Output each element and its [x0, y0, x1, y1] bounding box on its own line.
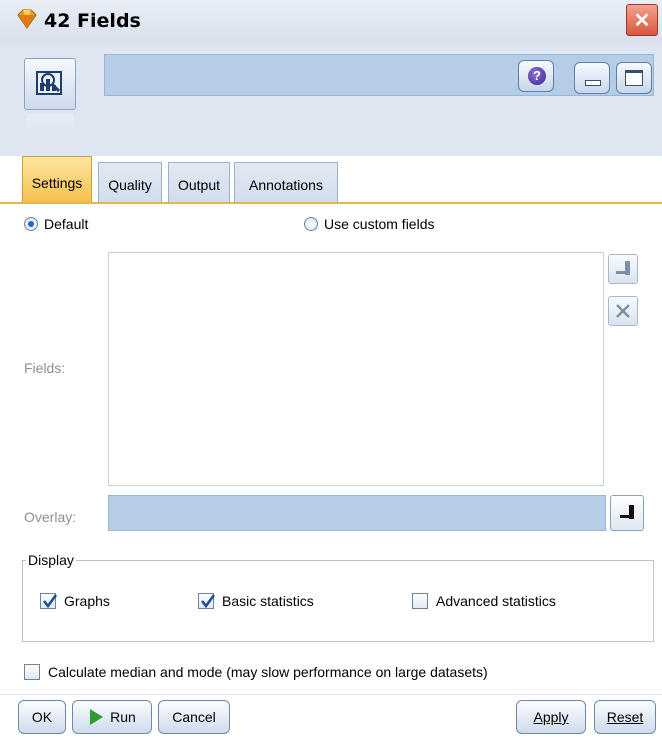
node-icon-reflection: [26, 114, 74, 132]
title-bar: 42 Fields ✕: [0, 0, 662, 45]
minimize-icon: [585, 80, 601, 86]
checkbox-advanced-statistics-box[interactable]: [412, 593, 428, 609]
tab-output[interactable]: Output: [168, 162, 230, 202]
radio-use-custom-fields[interactable]: Use custom fields: [304, 216, 434, 232]
display-group: [22, 560, 654, 642]
checkbox-median-mode-box[interactable]: [24, 664, 40, 680]
node-header: ?: [0, 44, 662, 156]
help-icon: ?: [528, 67, 546, 85]
node-icon-button[interactable]: [24, 58, 76, 110]
reset-button-label: Reset: [606, 709, 644, 725]
overlay-field-picker-button[interactable]: [610, 495, 644, 531]
overlay-field-input[interactable]: [108, 495, 606, 531]
divider: [0, 694, 662, 695]
ok-button-label: OK: [31, 709, 53, 725]
cancel-button-label: Cancel: [172, 709, 216, 725]
display-group-legend: Display: [26, 552, 76, 568]
field-picker-icon: [620, 505, 634, 519]
pick-fields-button[interactable]: [608, 254, 638, 284]
remove-icon: [616, 304, 630, 318]
checkbox-advanced-statistics-label: Advanced statistics: [436, 593, 556, 609]
checkbox-median-mode[interactable]: Calculate median and mode (may slow perf…: [24, 664, 488, 680]
checkbox-advanced-statistics[interactable]: Advanced statistics: [412, 593, 556, 609]
tab-annotations[interactable]: Annotations: [234, 162, 338, 202]
maximize-button[interactable]: [616, 62, 652, 94]
run-button-label: Run: [110, 709, 136, 725]
cancel-button[interactable]: Cancel: [158, 700, 230, 734]
settings-panel: Default Use custom fields Fields: Overla…: [0, 204, 662, 740]
minimize-button[interactable]: [574, 62, 610, 94]
close-icon: ✕: [633, 9, 651, 32]
checkbox-basic-statistics-label: Basic statistics: [222, 593, 314, 609]
field-picker-icon: [616, 261, 630, 275]
gem-icon: [17, 9, 37, 29]
tab-settings[interactable]: Settings: [22, 156, 92, 202]
apply-button[interactable]: Apply: [516, 700, 586, 734]
checkbox-graphs-label: Graphs: [64, 593, 110, 609]
play-icon: [90, 709, 104, 725]
fields-list[interactable]: [108, 252, 604, 486]
maximize-icon: [625, 70, 643, 86]
checkbox-graphs-box[interactable]: [40, 593, 58, 609]
overlay-label: Overlay:: [24, 509, 77, 525]
checkbox-graphs[interactable]: Graphs: [40, 593, 110, 609]
apply-button-label: Apply: [533, 709, 569, 725]
fields-label: Fields:: [24, 360, 66, 376]
tab-quality[interactable]: Quality: [98, 162, 162, 202]
remove-fields-button[interactable]: [608, 296, 638, 326]
help-button[interactable]: ?: [518, 60, 554, 92]
checkbox-basic-statistics[interactable]: Basic statistics: [198, 593, 314, 609]
data-audit-node-icon: [36, 71, 62, 95]
checkmark-icon: [42, 594, 58, 609]
checkbox-median-mode-label: Calculate median and mode (may slow perf…: [48, 664, 488, 680]
checkbox-basic-statistics-box[interactable]: [198, 593, 216, 609]
radio-custom-indicator[interactable]: [304, 217, 318, 231]
radio-custom-label: Use custom fields: [324, 216, 435, 232]
window-title: 42 Fields: [44, 10, 141, 32]
ok-button[interactable]: OK: [18, 700, 66, 734]
radio-default-label: Default: [44, 216, 89, 232]
run-button[interactable]: Run: [72, 700, 152, 734]
node-name-bar: [104, 54, 654, 96]
radio-default-indicator[interactable]: [24, 217, 38, 231]
reset-button[interactable]: Reset: [594, 700, 656, 734]
checkmark-icon: [200, 594, 216, 609]
radio-default[interactable]: Default: [24, 216, 88, 232]
close-button[interactable]: ✕: [626, 4, 658, 36]
